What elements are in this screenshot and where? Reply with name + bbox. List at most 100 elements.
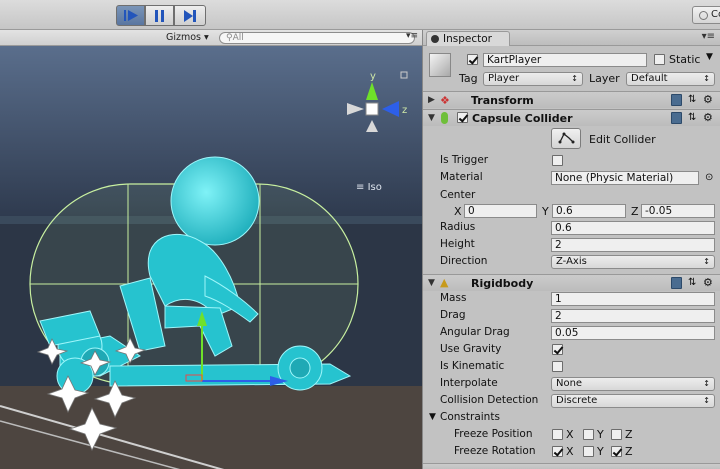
play-button[interactable] — [116, 5, 145, 26]
use-gravity-checkbox[interactable] — [552, 344, 563, 355]
static-checkbox[interactable] — [654, 54, 665, 65]
transform-icon: ❖ — [440, 94, 450, 107]
is-trigger-label: Is Trigger — [440, 154, 489, 166]
interpolate-label: Interpolate — [440, 377, 498, 389]
static-label: Static — [669, 53, 701, 66]
main-toolbar: Co — [0, 0, 720, 30]
rigidbody-header[interactable]: ▼ ▲ Rigidbody ⇅ ⚙ — [423, 274, 720, 291]
edit-collider-label: Edit Collider — [589, 133, 656, 146]
is-trigger-checkbox[interactable] — [552, 155, 563, 166]
is-kinematic-checkbox[interactable] — [552, 361, 563, 372]
edit-collider-button[interactable] — [551, 128, 581, 149]
transform-component-header[interactable]: ▶ ❖ Transform ⇅ ⚙ — [423, 91, 720, 108]
collab-button[interactable]: Co — [692, 6, 720, 24]
pause-button[interactable] — [145, 5, 174, 26]
tag-dropdown[interactable]: Player — [483, 72, 583, 86]
freeze-rotation-z-checkbox[interactable] — [611, 446, 622, 457]
z-cone-icon[interactable] — [382, 101, 399, 117]
radius-field[interactable]: 0.6 — [551, 221, 715, 235]
center-y-label: Y — [542, 205, 549, 218]
freeze-position-y-label: Y — [597, 428, 604, 441]
capsule-enabled-checkbox[interactable] — [457, 112, 468, 123]
help-book-icon[interactable] — [671, 94, 682, 106]
component-header-icons: ⇅ ⚙ — [671, 93, 717, 107]
axis-z-label: z — [402, 105, 407, 116]
neg-y-cone-icon[interactable] — [366, 120, 378, 132]
freeze-rotation-x-label: X — [566, 445, 574, 458]
freeze-rotation-y-label: Y — [597, 445, 604, 458]
gear-icon[interactable]: ⚙ — [703, 93, 713, 106]
freeze-position-label: Freeze Position — [454, 428, 533, 440]
layer-dropdown[interactable]: Default — [626, 72, 715, 86]
gameobject-cube-icon — [429, 53, 451, 77]
object-picker-icon[interactable]: ⊙ — [705, 172, 713, 183]
scene-search-input[interactable]: ⚲All — [219, 32, 415, 44]
use-gravity-label: Use Gravity — [440, 343, 502, 355]
collision-detection-dropdown[interactable]: Discrete — [551, 394, 715, 408]
help-book-icon[interactable] — [671, 277, 682, 289]
gear-icon[interactable]: ⚙ — [703, 111, 713, 124]
freeze-rotation-z-label: Z — [625, 445, 633, 458]
step-button[interactable] — [174, 5, 206, 26]
angular-drag-field[interactable]: 0.05 — [551, 326, 715, 340]
orientation-gizmo[interactable]: y z — [346, 70, 416, 170]
play-icon — [123, 10, 138, 21]
freeze-position-x-label: X — [566, 428, 574, 441]
freeze-position-y-checkbox[interactable] — [583, 429, 594, 440]
center-y-field[interactable]: 0.6 — [552, 204, 626, 218]
next-component-header[interactable] — [423, 463, 720, 469]
static-dropdown-icon[interactable]: ▼ — [706, 52, 713, 62]
y-cone-icon[interactable] — [366, 82, 378, 100]
direction-label: Direction — [440, 255, 488, 267]
rigidbody-icon: ▲ — [440, 276, 449, 289]
collapse-icon[interactable]: ▼ — [428, 113, 435, 123]
x-cone-icon[interactable] — [347, 103, 364, 115]
center-z-label: Z — [631, 205, 639, 218]
layer-label: Layer — [589, 72, 620, 85]
constraints-expand-icon[interactable]: ▼ — [429, 412, 436, 422]
scene-toolbar: Gizmos ▾ ⚲All ▾≡ — [0, 30, 422, 46]
tab-inspector[interactable]: Inspector — [426, 31, 510, 46]
mass-field[interactable]: 1 — [551, 292, 715, 306]
projection-label[interactable]: ≡ Iso — [356, 182, 382, 193]
inspector-menu-icon[interactable]: ▾≡ — [702, 31, 715, 42]
drag-field[interactable]: 2 — [551, 309, 715, 323]
direction-dropdown[interactable]: Z-Axis — [551, 255, 715, 269]
component-header-icons: ⇅ ⚙ — [671, 276, 717, 290]
scene-view[interactable]: Gizmos ▾ ⚲All ▾≡ y z ≡ Iso — [0, 30, 422, 469]
freeze-position-z-checkbox[interactable] — [611, 429, 622, 440]
center-cube-icon[interactable] — [365, 102, 379, 116]
center-x-field[interactable]: 0 — [464, 204, 537, 218]
expand-icon[interactable]: ▶ — [428, 95, 435, 105]
preset-icon[interactable]: ⇅ — [688, 277, 696, 288]
collapse-icon[interactable]: ▼ — [428, 278, 435, 288]
center-x-label: X — [454, 205, 462, 218]
center-z-field[interactable]: -0.05 — [641, 204, 715, 218]
angular-drag-label: Angular Drag — [440, 326, 510, 338]
active-checkbox[interactable] — [467, 54, 478, 65]
is-kinematic-label: Is Kinematic — [440, 360, 505, 372]
capsule-collider-header[interactable]: ▼ Capsule Collider ⇅ ⚙ — [423, 109, 720, 126]
freeze-position-x-checkbox[interactable] — [552, 429, 563, 440]
lock-icon[interactable] — [400, 71, 408, 79]
center-label: Center — [440, 189, 476, 201]
height-field[interactable]: 2 — [551, 238, 715, 252]
material-field[interactable]: None (Physic Material) — [551, 171, 699, 185]
interpolate-dropdown[interactable]: None — [551, 377, 715, 391]
object-name-field[interactable]: KartPlayer — [483, 53, 647, 67]
help-book-icon[interactable] — [671, 112, 682, 124]
freeze-rotation-x-checkbox[interactable] — [552, 446, 563, 457]
step-icon — [184, 9, 196, 22]
radius-label: Radius — [440, 221, 476, 233]
mass-label: Mass — [440, 292, 467, 304]
freeze-rotation-y-checkbox[interactable] — [583, 446, 594, 457]
cloud-icon — [699, 11, 708, 20]
scene-menu-icon[interactable]: ▾≡ — [406, 31, 418, 41]
preset-icon[interactable]: ⇅ — [688, 112, 696, 123]
gizmos-dropdown[interactable]: Gizmos ▾ — [166, 32, 209, 44]
preset-icon[interactable]: ⇅ — [688, 94, 696, 105]
info-icon — [431, 35, 439, 43]
capsule-title: Capsule Collider — [472, 112, 573, 125]
capsule-collider-icon — [441, 112, 448, 124]
gear-icon[interactable]: ⚙ — [703, 276, 713, 289]
